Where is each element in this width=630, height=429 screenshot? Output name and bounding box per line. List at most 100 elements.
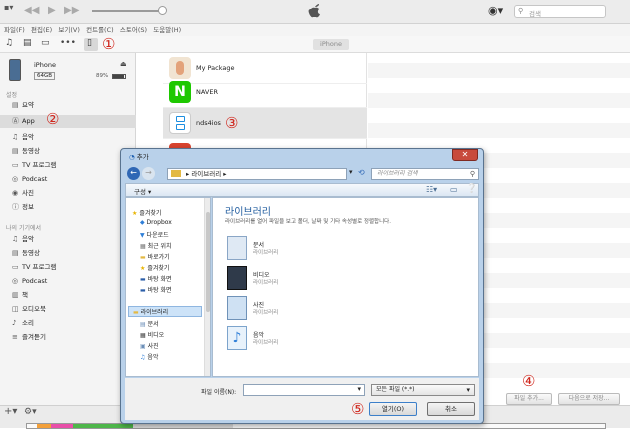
more-icon[interactable]: ••• (60, 38, 76, 48)
documents-library-icon (227, 236, 247, 260)
filename-dropdown-icon[interactable]: ▾ (357, 385, 361, 393)
volume-slider[interactable] (92, 10, 164, 12)
nav-favorites-folder[interactable]: ★ 즐겨찾기 (140, 263, 169, 272)
naver-icon: N (169, 81, 191, 103)
add-file-button[interactable]: 파일 추가... (506, 393, 552, 405)
library-item-videos[interactable]: 비디오 라이브러리 (227, 266, 377, 294)
gear-icon[interactable]: ⚙▾ (24, 407, 37, 417)
cancel-button[interactable]: 취소 (427, 402, 475, 416)
device-item-audiobooks[interactable]: ◫ 오디오북 (12, 303, 132, 316)
nds-icon (169, 112, 191, 134)
sidebar-item-apps[interactable]: Ⓐ App ② (0, 112, 136, 128)
window-menu-icon[interactable]: ▪▾ (4, 3, 13, 12)
nav-documents[interactable]: ▤ 문서 (140, 319, 159, 328)
nav-desktop-2[interactable]: ▬ 바탕 화면 (140, 285, 172, 294)
sidebar-item-podcast[interactable]: ◎ Podcast (12, 173, 132, 186)
account-icon[interactable]: ◉▾ (488, 4, 503, 17)
device-item-music[interactable]: ♫ 음악 (12, 233, 132, 246)
nav-shortcuts[interactable]: ▬ 바로가기 (140, 252, 170, 261)
on-device-header: 나의 기기에서 (6, 225, 42, 232)
save-to-button[interactable]: 다음으로 저장... (558, 393, 620, 405)
filetype-select[interactable]: 모든 파일 (*.*) ▾ (371, 384, 475, 396)
back-icon[interactable]: ← (127, 167, 140, 180)
address-dropdown-icon[interactable]: ▾ (349, 168, 353, 176)
nav-favorites[interactable]: ★ 즐겨찾기 (132, 208, 161, 217)
device-name-tab[interactable]: iPhone (313, 39, 349, 50)
device-item-tv[interactable]: ▭ TV 프로그램 (12, 261, 132, 274)
tv-icon[interactable]: ▭ (41, 38, 50, 48)
device-item-books[interactable]: ▥ 책 (12, 289, 132, 302)
refresh-icon[interactable]: ⟲ (358, 168, 365, 177)
sidebar-item-info[interactable]: ⓘ 정보 (12, 201, 132, 214)
download-icon: ▼ (140, 232, 145, 239)
menu-edit[interactable]: 편집(E) (29, 24, 54, 36)
nav-label: 바로가기 (147, 254, 170, 261)
forward-icon[interactable]: → (142, 167, 155, 180)
filename-input[interactable]: ▾ (243, 384, 365, 396)
sidebar-item-movies[interactable]: ▤ 동영상 (12, 145, 132, 158)
add-icon[interactable]: +▾ (4, 406, 17, 417)
search-input[interactable]: ⚲ 검색 (514, 5, 606, 18)
nav-scroll-thumb[interactable] (206, 212, 210, 312)
annotation-5: ⑤ (351, 400, 365, 418)
nav-label: 바탕 화면 (147, 276, 172, 283)
device-item-podcast[interactable]: ◎ Podcast (12, 275, 132, 288)
sidebar-item-tv[interactable]: ▭ TV 프로그램 (12, 159, 132, 172)
play-icon[interactable]: ▶ (48, 5, 56, 16)
menu-file[interactable]: 파일(F) (2, 24, 27, 36)
menu-help[interactable]: 도움말(H) (151, 24, 183, 36)
sidebar-item-label: TV 프로그램 (22, 161, 57, 169)
sidebar-item-photos[interactable]: ◉ 사진 (12, 187, 132, 200)
sidebar-item-music[interactable]: ♫ 음악 (12, 131, 132, 144)
nav-videos[interactable]: ▦ 비디오 (140, 330, 164, 339)
view-options-icon[interactable]: ☷▾ (426, 185, 437, 194)
eject-icon[interactable]: ⏏ (120, 60, 127, 68)
library-item-music[interactable]: ♪ 음악 라이브러리 (227, 326, 377, 354)
library-folder-icon (171, 170, 181, 177)
help-icon[interactable]: ❔ (466, 184, 477, 194)
fast-forward-icon[interactable]: ▶▶ (64, 5, 79, 16)
nav-music[interactable]: ♫ 음악 (140, 352, 158, 361)
open-button[interactable]: 열기(O) (369, 402, 417, 416)
volume-knob[interactable] (158, 6, 167, 15)
sidebar-item-summary[interactable]: ▤ 요약 (12, 99, 132, 112)
library-subtitle: 라이브러리 (253, 250, 279, 256)
package-icon (169, 57, 191, 79)
movie-icon[interactable]: ▤ (23, 38, 32, 48)
address-text: ▸ 라이브러리 ▸ (186, 170, 227, 178)
dialog-title: ◔ 추가 (129, 151, 149, 161)
preview-pane-icon[interactable]: ▭ (450, 185, 458, 194)
nav-dropbox[interactable]: ◆ Dropbox (140, 219, 172, 226)
documents-icon: ▤ (140, 321, 146, 328)
nav-label: 사진 (147, 343, 159, 350)
device-item-tones[interactable]: ♪ 소리 (12, 317, 132, 330)
app-row-naver[interactable]: N NAVER (163, 77, 367, 108)
device-item-playlist[interactable]: ≡ 즐겨듣기 (12, 331, 132, 344)
device-button[interactable]: ▯ (84, 38, 98, 51)
rewind-icon[interactable]: ◀◀ (24, 5, 39, 16)
nav-libraries[interactable]: ▬ 라이브러리 (128, 306, 202, 317)
organize-button[interactable]: 구성 ▾ (134, 186, 151, 196)
sidebar-item-label: 사진 (22, 189, 34, 197)
nav-recent-places[interactable]: ▦ 최근 위치 (140, 241, 172, 250)
nav-pictures[interactable]: ▣ 사진 (140, 341, 159, 350)
menu-store[interactable]: 스토어(S) (118, 24, 149, 36)
music-icon: ♫ (12, 133, 19, 141)
recent-places-icon: ▦ (140, 243, 146, 250)
iphone-thumbnail (9, 59, 21, 81)
app-row-nds4ios[interactable]: nds4ios ③ (163, 108, 367, 139)
library-subtitle: 라이브러리 (253, 340, 279, 346)
device-item-movies[interactable]: ▤ 동영상 (12, 247, 132, 260)
library-item-documents[interactable]: 문서 라이브러리 (227, 236, 377, 264)
close-button[interactable]: ✕ (452, 149, 478, 161)
menu-view[interactable]: 보기(V) (56, 24, 81, 36)
nav-scrollbar[interactable] (204, 198, 210, 376)
library-search-input[interactable]: 라이브러리 검색 ⚲ (371, 168, 479, 180)
music-note-icon[interactable]: ♫ (5, 38, 13, 48)
nav-label: 다운로드 (146, 232, 169, 239)
nav-desktop[interactable]: ▬ 바탕 화면 (140, 274, 172, 283)
nav-downloads[interactable]: ▼ 다운로드 (140, 230, 169, 239)
music-icon: ♫ (12, 235, 19, 243)
library-item-pictures[interactable]: 사진 라이브러리 (227, 296, 377, 324)
address-input[interactable]: ▸ 라이브러리 ▸ (167, 168, 347, 180)
